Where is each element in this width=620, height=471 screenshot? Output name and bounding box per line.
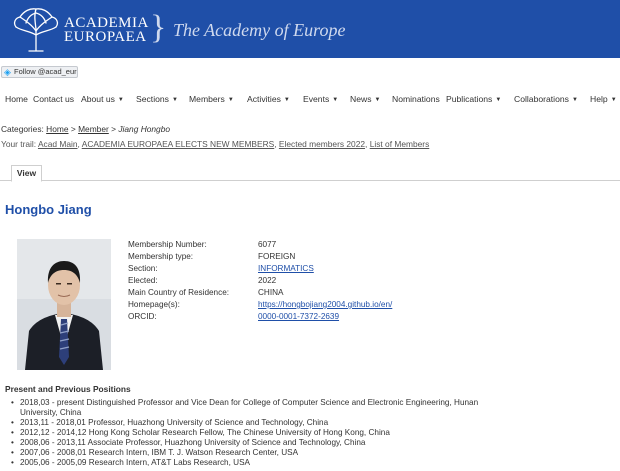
nav-item-label: Publications (446, 94, 493, 104)
academia-tree-logo-icon (13, 8, 59, 52)
chevron-down-icon: ▼ (610, 97, 617, 103)
twitter-follow-label: Follow @acad_euro (14, 67, 78, 76)
trail-link[interactable]: Elected members 2022 (279, 139, 365, 149)
breadcrumb-separator: > (111, 124, 117, 134)
detail-label: Homepage(s): (128, 300, 180, 309)
chevron-down-icon: ▼ (374, 97, 381, 103)
chevron-down-icon: ▼ (283, 97, 290, 103)
positions-list: 2018,03 - present Distinguished Professo… (11, 398, 516, 468)
detail-value: 6077 (258, 240, 277, 249)
nav-item-label: Collaborations (514, 94, 569, 104)
chevron-down-icon: ▼ (495, 97, 502, 103)
tab-view[interactable]: View (11, 165, 42, 182)
orcid-link[interactable]: 0000-0001-7372-2639 (258, 312, 339, 322)
list-item: 2008,06 - 2013,11 Associate Professor, H… (11, 438, 516, 448)
logo-wordmark: ACADEMIA EUROPAEA (64, 15, 149, 45)
nav-item-publications[interactable]: Publications ▼ (446, 91, 501, 108)
breadcrumb-home-link[interactable]: Home (46, 124, 68, 134)
detail-label: Elected: (128, 276, 158, 285)
nav-item-label: Sections (136, 94, 169, 104)
nav-item-activities[interactable]: Activities ▼ (247, 91, 290, 108)
detail-label: Membership type: (128, 252, 194, 261)
member-portrait-image (17, 239, 111, 370)
trail: Your trail: Acad Main, ACADEMIA EUROPAEA… (1, 139, 430, 149)
nav-item-label: Events (303, 94, 330, 104)
list-item: 2018,03 - present Distinguished Professo… (11, 398, 516, 418)
breadcrumb-member-link[interactable]: Member (78, 124, 109, 134)
nav-item-events[interactable]: Events ▼ (303, 91, 338, 108)
detail-label: Membership Number: (128, 240, 207, 249)
homepage-link[interactable]: https://hongbojiang2004.github.io/en/ (258, 300, 392, 310)
member-photo (17, 239, 111, 370)
tab-bar: View (0, 163, 620, 182)
chevron-down-icon: ▼ (332, 97, 339, 103)
nav-item-help[interactable]: Help ▼ (590, 91, 617, 108)
breadcrumb-label: Categories: (1, 124, 44, 134)
detail-label: Main Country of Residence: (128, 288, 230, 297)
site-banner[interactable]: ACADEMIA EUROPAEA } The Academy of Europ… (0, 0, 620, 58)
detail-value: 2022 (258, 276, 277, 285)
list-item: 2012,12 - 2014,12 Hong Kong Scholar Rese… (11, 428, 516, 438)
nav-item-label: News (350, 94, 372, 104)
nav-item-home[interactable]: Home (5, 91, 28, 107)
list-item: 2007,06 - 2008,01 Research Intern, IBM T… (11, 448, 516, 458)
nav-item-sections[interactable]: Sections ▼ (136, 91, 178, 108)
breadcrumb-current: Jiang Hongbo (118, 124, 171, 134)
nav-item-label: Help (590, 94, 608, 104)
nav-item-label: Home (5, 94, 28, 104)
nav-item-about-us[interactable]: About us ▼ (81, 91, 124, 108)
trail-label: Your trail: (1, 139, 37, 149)
nav-item-label: Nominations (392, 94, 440, 104)
twitter-follow-button[interactable]: ◈ Follow @acad_euro (1, 66, 78, 78)
nav-item-news[interactable]: News ▼ (350, 91, 380, 108)
section-link[interactable]: INFORMATICS (258, 264, 314, 274)
nav-item-label: Contact us (33, 94, 75, 104)
chevron-down-icon: ▼ (571, 97, 578, 103)
list-item: 2005,06 - 2005,09 Research Intern, AT&T … (11, 458, 516, 468)
logo-line-academia: ACADEMIA (64, 15, 149, 31)
breadcrumb-separator: > (70, 124, 76, 134)
detail-value: CHINA (258, 288, 284, 297)
nav-item-collaborations[interactable]: Collaborations ▼ (514, 91, 578, 108)
chevron-down-icon: ▼ (171, 97, 178, 103)
nav-item-label: Members (189, 94, 225, 104)
logo-line-europaea: EUROPAEA (64, 29, 147, 45)
twitter-bird-icon: ◈ (4, 67, 11, 77)
detail-value: FOREIGN (258, 252, 296, 261)
nav-item-label: About us (81, 94, 115, 104)
chevron-down-icon: ▼ (117, 97, 124, 103)
detail-label: Section: (128, 264, 158, 273)
nav-item-members[interactable]: Members ▼ (189, 91, 234, 108)
list-item: 2013,11 - 2018,01 Professor, Huazhong Un… (11, 418, 516, 428)
positions-heading: Present and Previous Positions (5, 384, 131, 394)
nav-item-label: Activities (247, 94, 281, 104)
main-navigation: Home Contact us About us ▼ Sections ▼ Memb… (0, 91, 620, 107)
trail-link[interactable]: Acad Main (38, 139, 78, 149)
logo-brace: } (150, 9, 167, 46)
chevron-down-icon: ▼ (227, 97, 234, 103)
trail-link[interactable]: List of Members (370, 139, 430, 149)
nav-item-contact-us[interactable]: Contact us (33, 91, 74, 107)
breadcrumb: Categories: Home > Member > Jiang Hongbo (1, 124, 170, 134)
page-title: Hongbo Jiang (5, 202, 92, 217)
detail-label: ORCID: (128, 312, 157, 321)
logo-tagline: The Academy of Europe (173, 20, 346, 40)
nav-item-nominations[interactable]: Nominations (392, 91, 440, 107)
trail-link[interactable]: ACADEMIA EUROPAEA ELECTS NEW MEMBERS (82, 139, 275, 149)
